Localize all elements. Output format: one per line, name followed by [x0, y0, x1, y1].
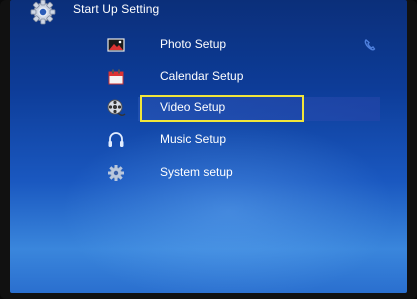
page-title: Start Up Setting — [73, 2, 160, 16]
screen: Start Up Setting Photo Setup Calendar Se… — [10, 0, 407, 293]
menu-item-photo-setup[interactable]: Photo Setup — [10, 32, 407, 58]
phone-icon — [364, 39, 376, 51]
menu-label: Music Setup — [160, 132, 227, 146]
menu-item-calendar-setup[interactable]: Calendar Setup — [10, 64, 407, 90]
gear-icon — [30, 0, 56, 25]
menu-label: Video Setup — [160, 100, 226, 114]
monitor-bezel: Start Up Setting Photo Setup Calendar Se… — [0, 0, 417, 299]
photo-icon — [107, 38, 125, 52]
gear-icon — [108, 165, 124, 181]
headphones-icon — [108, 132, 124, 147]
film-reel-icon — [107, 99, 126, 116]
menu-label: System setup — [160, 165, 233, 179]
menu-item-system-setup[interactable]: System setup — [10, 160, 407, 186]
menu-item-video-setup[interactable]: Video Setup — [10, 95, 407, 121]
menu-item-music-setup[interactable]: Music Setup — [10, 127, 407, 153]
menu-label: Photo Setup — [160, 37, 227, 51]
menu-label: Calendar Setup — [160, 69, 244, 83]
calendar-icon — [108, 69, 124, 85]
